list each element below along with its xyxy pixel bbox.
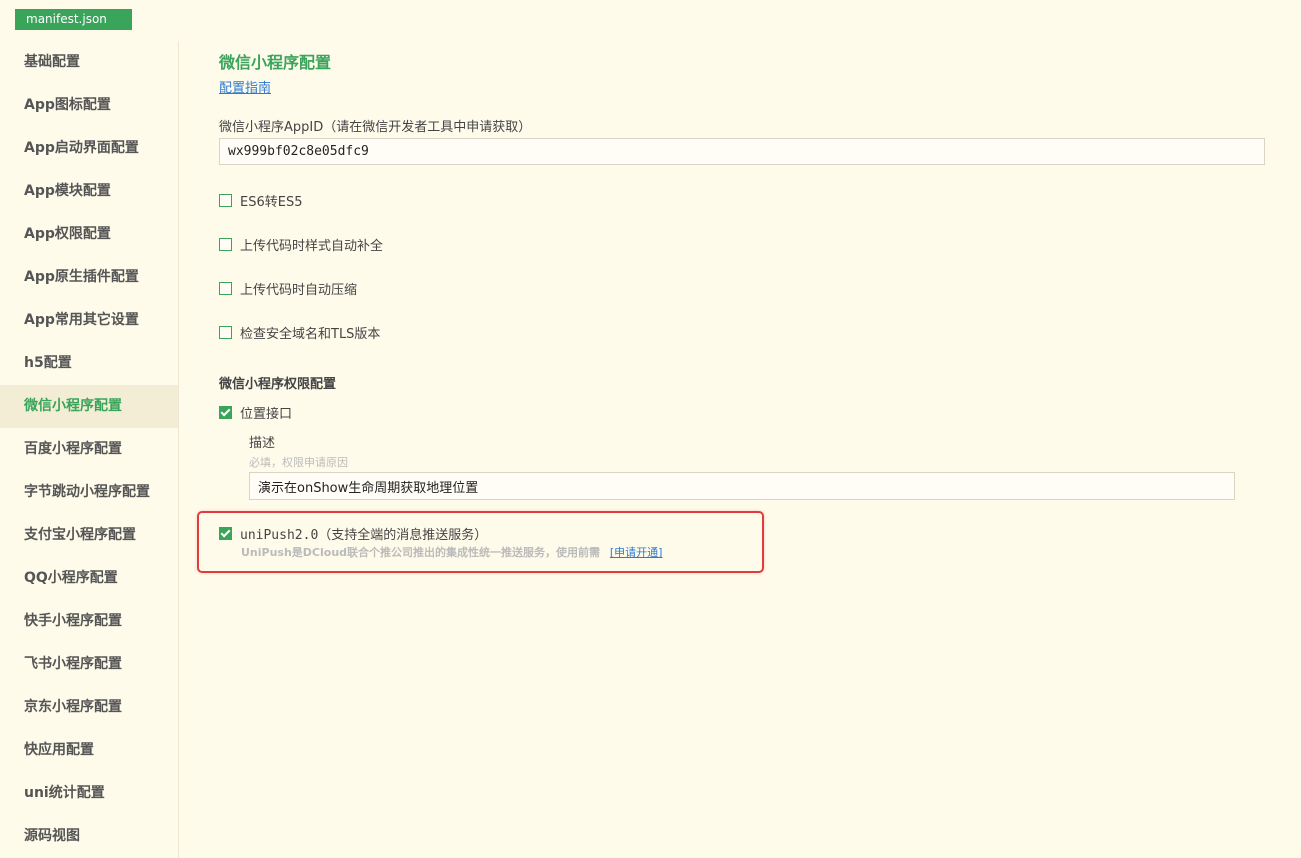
sidebar-item-app-modules[interactable]: App模块配置	[0, 170, 178, 213]
highlight-annotation-box	[197, 511, 764, 573]
postcss-option[interactable]: 上传代码时样式自动补全	[219, 235, 383, 254]
location-desc-label: 描述	[249, 436, 276, 451]
sidebar-item-app-permissions[interactable]: App权限配置	[0, 213, 178, 256]
url-check-checkbox[interactable]	[219, 326, 232, 339]
sidebar-item-baidu-mp[interactable]: 百度小程序配置	[0, 428, 178, 471]
location-desc-hint: 必填，权限申请原因	[249, 456, 348, 469]
sidebar-item-source-view[interactable]: 源码视图	[0, 815, 178, 858]
es6-to-es5-label: ES6转ES5	[240, 195, 303, 210]
sidebar-item-app-splash[interactable]: App启动界面配置	[0, 127, 178, 170]
config-guide-link[interactable]: 配置指南	[219, 77, 271, 96]
sidebar-item-quickapp[interactable]: 快应用配置	[0, 729, 178, 772]
sidebar-item-h5[interactable]: h5配置	[0, 342, 178, 385]
manifest-tab[interactable]: manifest.json	[15, 9, 132, 30]
sidebar-item-app-icon[interactable]: App图标配置	[0, 84, 178, 127]
permission-section-title: 微信小程序权限配置	[219, 377, 337, 392]
minify-option[interactable]: 上传代码时自动压缩	[219, 279, 357, 298]
postcss-label: 上传代码时样式自动补全	[240, 239, 384, 254]
sidebar-item-uni-stat[interactable]: uni统计配置	[0, 772, 178, 815]
sidebar-item-qq-mp[interactable]: QQ小程序配置	[0, 557, 178, 600]
location-permission-label: 位置接口	[240, 407, 293, 422]
sidebar-item-app-native-plugins[interactable]: App原生插件配置	[0, 256, 178, 299]
sidebar-item-alipay-mp[interactable]: 支付宝小程序配置	[0, 514, 178, 557]
sidebar-item-jd-mp[interactable]: 京东小程序配置	[0, 686, 178, 729]
appid-label: 微信小程序AppID（请在微信开发者工具中申请获取）	[219, 120, 532, 135]
main-panel: 微信小程序配置 配置指南 微信小程序AppID（请在微信开发者工具中申请获取） …	[219, 50, 1269, 559]
sidebar-item-toutiao-mp[interactable]: 字节跳动小程序配置	[0, 471, 178, 514]
page-title: 微信小程序配置	[219, 53, 332, 72]
minify-label: 上传代码时自动压缩	[240, 283, 358, 298]
es6-to-es5-checkbox[interactable]	[219, 194, 232, 207]
url-check-option[interactable]: 检查安全域名和TLS版本	[219, 323, 380, 342]
sidebar-item-app-other-settings[interactable]: App常用其它设置	[0, 299, 178, 342]
minify-checkbox[interactable]	[219, 282, 232, 295]
sidebar: 基础配置 App图标配置 App启动界面配置 App模块配置 App权限配置 A…	[0, 41, 179, 858]
location-permission-option[interactable]: 位置接口	[219, 403, 292, 422]
es6-to-es5-option[interactable]: ES6转ES5	[219, 191, 302, 210]
location-desc-input[interactable]	[249, 472, 1235, 500]
location-desc-block: 描述 必填，权限申请原因	[249, 432, 1235, 500]
sidebar-item-weixin-mp[interactable]: 微信小程序配置	[0, 385, 178, 428]
postcss-checkbox[interactable]	[219, 238, 232, 251]
url-check-label: 检查安全域名和TLS版本	[240, 327, 381, 342]
location-permission-checkbox[interactable]	[219, 406, 232, 419]
appid-input[interactable]	[219, 138, 1265, 165]
sidebar-item-feishu-mp[interactable]: 飞书小程序配置	[0, 643, 178, 686]
sidebar-item-kuaishou-mp[interactable]: 快手小程序配置	[0, 600, 178, 643]
sidebar-item-basic[interactable]: 基础配置	[0, 41, 178, 84]
